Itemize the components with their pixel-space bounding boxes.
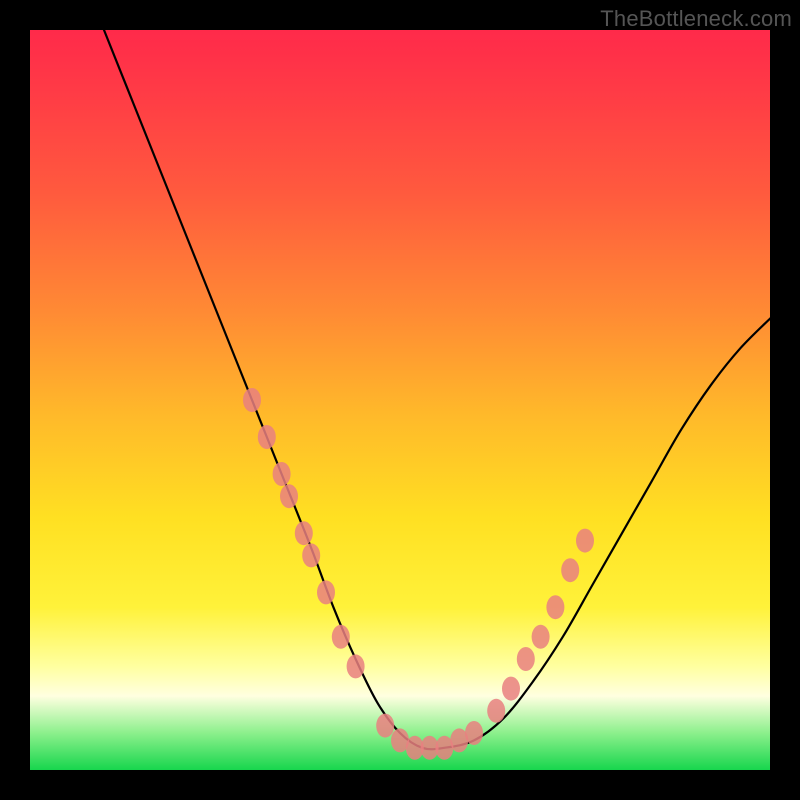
highlighted-points [243, 388, 594, 760]
marker-dot [517, 647, 535, 671]
chart-frame: TheBottleneck.com [0, 0, 800, 800]
marker-dot [317, 580, 335, 604]
chart-svg [30, 30, 770, 770]
marker-dot [347, 654, 365, 678]
marker-dot [487, 699, 505, 723]
marker-dot [576, 529, 594, 553]
watermark-text: TheBottleneck.com [600, 6, 792, 32]
marker-dot [532, 625, 550, 649]
marker-dot [332, 625, 350, 649]
marker-dot [376, 714, 394, 738]
marker-dot [546, 595, 564, 619]
marker-dot [273, 462, 291, 486]
marker-dot [302, 543, 320, 567]
bottleneck-curve [104, 30, 770, 749]
marker-dot [280, 484, 298, 508]
marker-dot [561, 558, 579, 582]
marker-dot [295, 521, 313, 545]
marker-dot [502, 677, 520, 701]
marker-dot [465, 721, 483, 745]
marker-dot [258, 425, 276, 449]
marker-dot [243, 388, 261, 412]
